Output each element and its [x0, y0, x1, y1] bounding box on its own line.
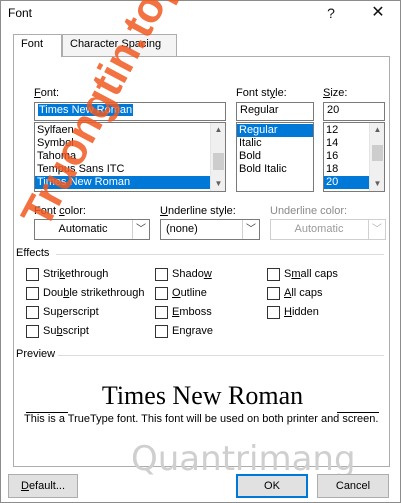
- underline-style-value: (none): [166, 223, 198, 235]
- checkbox-box[interactable]: [155, 268, 168, 281]
- checkbox-box[interactable]: [267, 268, 280, 281]
- effects-divider: [56, 254, 384, 255]
- underline-color-select: Automatic ﹀: [270, 219, 386, 240]
- size-label: Size:: [323, 87, 348, 99]
- help-button[interactable]: ?: [320, 3, 342, 23]
- cancel-button[interactable]: Cancel: [317, 474, 389, 498]
- font-label: Font:: [34, 87, 60, 99]
- close-button[interactable]: ✕: [367, 3, 389, 23]
- chevron-down-icon: ﹀: [368, 220, 385, 239]
- font-tab-panel: Font: Times New Roman Sylfaen Symbol Tah…: [12, 0, 390, 467]
- tab-font[interactable]: Font: [13, 34, 62, 57]
- scroll-thumb[interactable]: [213, 153, 224, 170]
- list-item-selected[interactable]: 20: [324, 176, 369, 189]
- font-list-scrollbar[interactable]: ▲ ▼: [210, 123, 225, 191]
- preview-divider: [58, 355, 384, 356]
- checkbox-box[interactable]: [155, 306, 168, 319]
- preview-heading: Preview: [16, 348, 56, 360]
- effects-heading: Effects: [16, 247, 50, 259]
- checkbox-box[interactable]: [267, 306, 280, 319]
- list-item[interactable]: Italic: [237, 137, 313, 150]
- chevron-down-icon[interactable]: ﹀: [132, 220, 149, 239]
- underline-color-label: Underline color:: [270, 205, 348, 217]
- chevron-down-icon[interactable]: ﹀: [242, 220, 259, 239]
- scroll-up-icon[interactable]: ▲: [370, 123, 384, 137]
- font-style-label: Font style:: [236, 87, 287, 99]
- list-item-selected[interactable]: Regular: [237, 124, 313, 137]
- underline-style-select[interactable]: (none) ﹀: [160, 219, 260, 240]
- scroll-thumb[interactable]: [372, 145, 383, 161]
- checkbox-box[interactable]: [26, 306, 39, 319]
- checkbox-box[interactable]: [155, 287, 168, 300]
- ok-button[interactable]: OK: [236, 474, 308, 498]
- title-bar: Font ? ✕: [1, 1, 400, 25]
- scroll-up-icon[interactable]: ▲: [211, 123, 225, 137]
- preview-sample-text: Times New Roman: [101, 381, 304, 410]
- checkbox-box[interactable]: [155, 325, 168, 338]
- underline-color-value: Automatic: [294, 223, 344, 235]
- list-item[interactable]: Bold: [237, 150, 313, 163]
- size-input[interactable]: 20: [323, 102, 385, 121]
- checkbox-box[interactable]: [26, 325, 39, 338]
- checkbox-box[interactable]: [267, 287, 280, 300]
- font-style-list[interactable]: Regular Italic Bold Bold Italic: [236, 122, 314, 192]
- watermark-logo-bottom: Quantrimang: [131, 439, 356, 479]
- list-item[interactable]: Bold Italic: [237, 163, 313, 176]
- size-list[interactable]: 12 14 16 18 20 ▲ ▼: [323, 122, 385, 192]
- font-style-input[interactable]: Regular: [236, 102, 314, 121]
- scroll-down-icon[interactable]: ▼: [370, 177, 384, 191]
- scroll-down-icon[interactable]: ▼: [211, 177, 225, 191]
- checkbox-box[interactable]: [26, 287, 39, 300]
- default-button[interactable]: Default...: [8, 474, 78, 498]
- underline-style-label: Underline style:: [160, 205, 236, 217]
- checkbox-box[interactable]: [26, 268, 39, 281]
- size-list-scrollbar[interactable]: ▲ ▼: [369, 123, 384, 191]
- font-dialog: Font ? ✕ Font Character Spacing Font: Ti…: [0, 0, 401, 503]
- preview-note: This is a TrueType font. This font will …: [24, 413, 379, 425]
- window-title: Font: [8, 6, 33, 20]
